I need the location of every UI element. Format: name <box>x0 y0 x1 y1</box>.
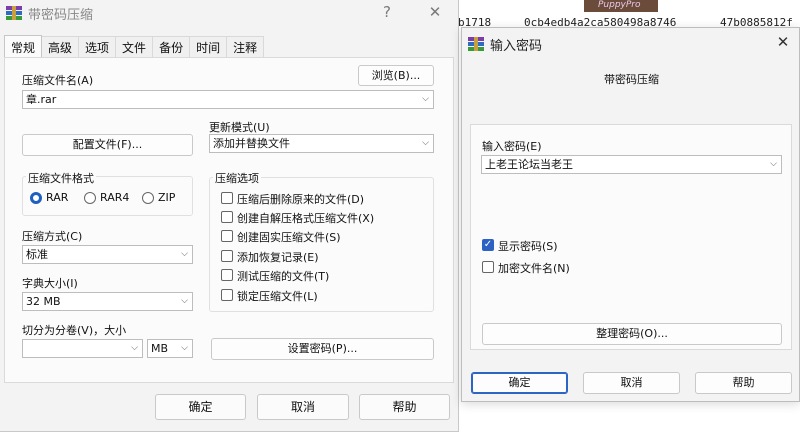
archive-name-field[interactable]: 章.rar ⌵ <box>22 90 434 109</box>
profiles-button[interactable]: 配置文件(F)... <box>22 134 193 156</box>
tab-bar: 常规 高级 选项 文件 备份 时间 注释 <box>4 35 318 58</box>
chevron-down-icon[interactable]: ⌵ <box>181 293 188 310</box>
chevron-down-icon[interactable]: ⌵ <box>770 156 777 173</box>
update-mode-select[interactable]: 添加并替换文件 ⌵ <box>209 134 434 153</box>
option-recovery-label[interactable]: 添加恢复记录(E) <box>237 249 319 265</box>
show-password-label[interactable]: 显示密码(S) <box>498 238 558 254</box>
option-solid-label[interactable]: 创建固实压缩文件(S) <box>237 229 341 245</box>
password-help-button[interactable]: 帮助 <box>695 372 792 394</box>
format-rar-label[interactable]: RAR <box>46 191 68 204</box>
archive-name-label: 压缩文件名(A) <box>22 74 94 87</box>
split-size-input[interactable]: ⌵ <box>22 339 143 358</box>
tab-options[interactable]: 选项 <box>78 36 117 58</box>
dictionary-value: 32 MB <box>26 295 61 308</box>
browse-button[interactable]: 浏览(B)... <box>358 65 434 86</box>
option-delete-after-checkbox[interactable] <box>221 192 233 204</box>
winrar-app-icon <box>6 6 22 20</box>
archive-name-value: 章.rar <box>26 93 57 106</box>
options-group-label: 压缩选项 <box>213 170 261 186</box>
close-icon[interactable]: ✕ <box>772 32 794 52</box>
option-solid-checkbox[interactable] <box>221 230 233 242</box>
format-rar4-radio[interactable] <box>84 192 96 204</box>
split-label: 切分为分卷(V)，大小 <box>22 324 127 337</box>
archive-dialog: 带密码压缩 ? ✕ 常规 高级 选项 文件 备份 时间 注释 压缩文件名(A) … <box>0 0 459 432</box>
password-cancel-button[interactable]: 取消 <box>583 372 680 394</box>
tab-comment[interactable]: 注释 <box>226 36 265 58</box>
format-zip-label[interactable]: ZIP <box>158 191 175 204</box>
option-test-label[interactable]: 测试压缩的文件(T) <box>237 268 329 284</box>
option-lock-checkbox[interactable] <box>221 289 233 301</box>
password-value: 上老王论坛当老王 <box>485 158 573 171</box>
tab-backup[interactable]: 备份 <box>152 36 191 58</box>
method-label: 压缩方式(C) <box>22 230 83 243</box>
format-group-label: 压缩文件格式 <box>26 170 96 186</box>
tab-general[interactable]: 常规 <box>4 35 43 58</box>
organize-passwords-button[interactable]: 整理密码(O)... <box>482 323 782 345</box>
password-dialog-subtitle: 带密码压缩 <box>604 73 659 86</box>
split-unit-select[interactable]: MB ⌵ <box>147 339 193 358</box>
format-rar-radio[interactable] <box>30 192 42 204</box>
password-input[interactable]: 上老王论坛当老王 ⌵ <box>481 155 782 174</box>
help-icon[interactable]: ? <box>376 2 398 22</box>
close-icon[interactable]: ✕ <box>424 2 446 22</box>
tab-advanced[interactable]: 高级 <box>41 36 80 58</box>
split-unit-value: MB <box>151 342 169 355</box>
tab-files[interactable]: 文件 <box>115 36 154 58</box>
update-mode-value: 添加并替换文件 <box>213 137 290 150</box>
show-password-checkbox[interactable]: ✓ <box>482 239 494 251</box>
option-sfx-checkbox[interactable] <box>221 211 233 223</box>
method-select[interactable]: 标准 ⌵ <box>22 245 193 264</box>
chevron-down-icon[interactable]: ⌵ <box>181 246 188 263</box>
chevron-down-icon[interactable]: ⌵ <box>181 340 188 357</box>
cancel-button[interactable]: 取消 <box>257 394 349 420</box>
format-zip-radio[interactable] <box>142 192 154 204</box>
encrypt-names-checkbox[interactable] <box>482 261 494 273</box>
method-value: 标准 <box>26 248 48 261</box>
set-password-button[interactable]: 设置密码(P)... <box>211 338 434 360</box>
window-title: 带密码压缩 <box>28 8 94 23</box>
password-dialog-title: 输入密码 <box>490 39 543 54</box>
chevron-down-icon[interactable]: ⌵ <box>422 135 429 152</box>
dictionary-select[interactable]: 32 MB ⌵ <box>22 292 193 311</box>
format-rar4-label[interactable]: RAR4 <box>100 191 129 204</box>
encrypt-names-label[interactable]: 加密文件名(N) <box>498 260 570 276</box>
chevron-down-icon[interactable]: ⌵ <box>131 340 138 357</box>
option-sfx-label[interactable]: 创建自解压格式压缩文件(X) <box>237 210 374 226</box>
tab-time[interactable]: 时间 <box>189 36 228 58</box>
option-recovery-checkbox[interactable] <box>221 250 233 262</box>
ok-button[interactable]: 确定 <box>155 394 246 420</box>
password-dialog: 输入密码 ✕ 带密码压缩 输入密码(E) 上老王论坛当老王 ⌵ ✓ 显示密码(S… <box>461 27 800 402</box>
dictionary-label: 字典大小(I) <box>22 277 78 290</box>
background-thumbnail-text: PuppyPro <box>598 0 641 10</box>
update-mode-label: 更新模式(U) <box>209 121 270 134</box>
password-ok-button[interactable]: 确定 <box>471 372 568 394</box>
enter-password-label: 输入密码(E) <box>482 140 542 153</box>
winrar-app-icon <box>468 37 484 51</box>
option-delete-after-label[interactable]: 压缩后删除原来的文件(D) <box>237 191 364 207</box>
help-button[interactable]: 帮助 <box>359 394 450 420</box>
title-bar: 带密码压缩 ? ✕ <box>0 0 458 26</box>
option-lock-label[interactable]: 锁定压缩文件(L) <box>237 288 318 304</box>
chevron-down-icon[interactable]: ⌵ <box>422 91 429 108</box>
option-test-checkbox[interactable] <box>221 269 233 281</box>
